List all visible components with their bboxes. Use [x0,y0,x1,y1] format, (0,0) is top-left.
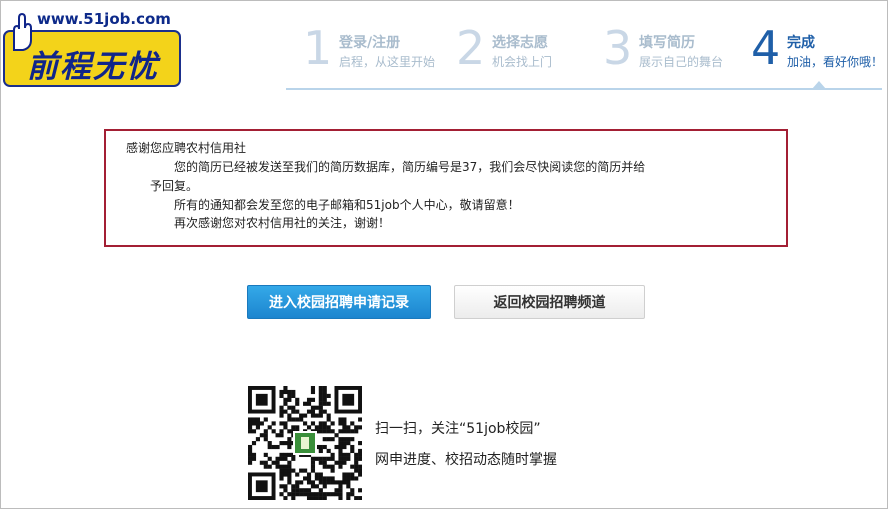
logo-url-text: www.51job.com [37,10,171,28]
qr-code-icon [248,386,362,500]
step-title: 填写简历 [639,35,695,51]
message-line-2: 所有的通知都会发至您的电子邮箱和51job个人中心，敬请留意！ [174,198,520,212]
view-applications-button[interactable]: 进入校园招聘申请记录 [247,285,431,319]
step-subtitle: 展示自己的舞台 [639,55,724,69]
message-line-3: 再次感谢您对农村信用社的关注，谢谢！ [174,216,391,230]
step-subtitle: 机会找上门 [492,55,553,69]
logo-brand-text: 前程无忧 [27,49,159,85]
message-greeting: 感谢您应聘农村信用社 [126,141,247,155]
step-number: 1 [303,21,333,75]
message-line-1: 您的简历已经被发送至我们的简历数据库，简历编号是37，我们会尽快阅读您的简历并给 [174,160,646,174]
step-number: 4 [751,21,781,75]
step-title: 完成 [787,35,815,51]
51job-logo[interactable]: www.51job.com 前程无忧 [3,8,183,89]
logo-badge: 前程无忧 [3,12,181,87]
qr-caption-follow: 扫一扫，关注“51job校园” [375,421,541,437]
qr-caption-progress: 网申进度、校招动态随时掌握 [375,452,557,468]
back-to-campus-button[interactable]: 返回校园招聘频道 [454,285,645,319]
step-subtitle: 启程，从这里开始 [339,55,436,69]
confirmation-message-box: 感谢您应聘农村信用社 您的简历已经被发送至我们的简历数据库，简历编号是37，我们… [104,129,788,247]
steps-divider [286,88,882,90]
step-title: 选择志愿 [492,35,548,51]
step-title: 登录/注册 [339,35,401,51]
message-line-1-cont: 予回复。 [150,179,199,193]
step-number: 2 [456,21,486,75]
step-number: 3 [603,21,633,75]
step-subtitle: 加油，看好你哦！ [787,55,884,69]
active-step-pointer-icon [812,81,826,89]
